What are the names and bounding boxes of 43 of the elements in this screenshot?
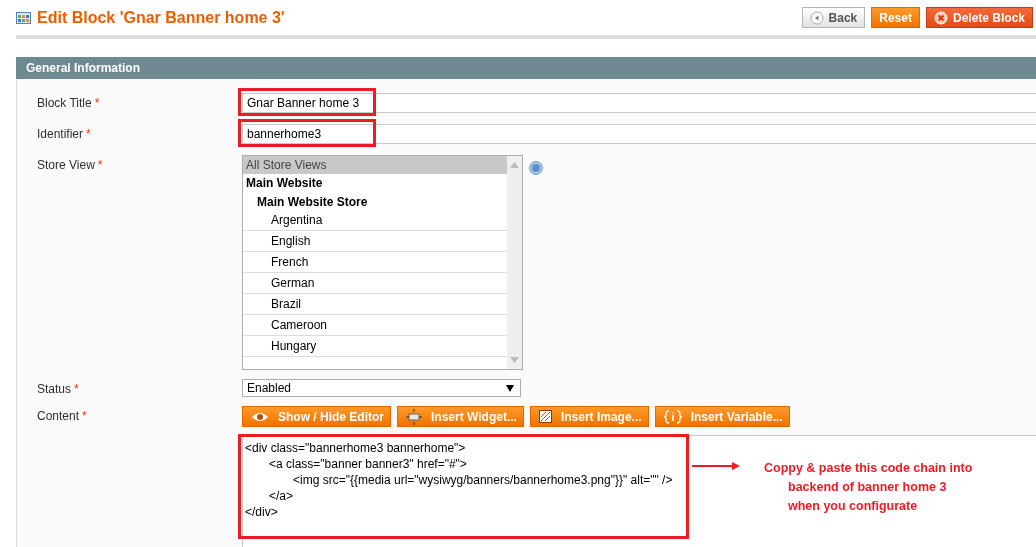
field-label: Block Title * <box>36 95 101 112</box>
code-line: </div> <box>245 504 278 520</box>
help-icon[interactable] <box>529 161 543 175</box>
store-option[interactable]: English <box>243 231 507 252</box>
annotation-text: when you configurate <box>788 498 918 515</box>
close-icon <box>933 10 948 25</box>
store-option[interactable]: French <box>243 252 507 273</box>
code-line: </a> <box>269 488 294 504</box>
store-view-list[interactable]: All Store Views Main Website Main Website Store Argentina English French German Brazil Cameroon Hungary <box>242 155 523 370</box>
store-option[interactable]: Brazil <box>243 294 507 315</box>
eye-icon <box>251 410 269 423</box>
store-option[interactable]: Main Website Store <box>243 194 507 210</box>
store-option[interactable]: German <box>243 273 507 294</box>
scroll-down-icon[interactable] <box>510 357 519 363</box>
field-label: Identifier * <box>36 126 92 143</box>
store-option[interactable]: All Store Views <box>243 156 507 174</box>
section-title: General Information <box>26 61 141 75</box>
store-option[interactable]: Hungary <box>243 336 507 357</box>
store-option[interactable]: Main Website <box>243 174 507 192</box>
field-label: Status * <box>36 381 80 397</box>
page-title: Edit Block 'Gnar Banner home 3' <box>37 8 286 27</box>
scroll-up-icon[interactable] <box>510 162 519 168</box>
status-select[interactable]: Enabled <box>242 379 521 397</box>
caret-icon <box>506 384 514 392</box>
store-option[interactable]: Cameroon <box>243 315 507 336</box>
code-line: <a class="banner banner3" href="#"> <box>269 456 467 472</box>
back-icon <box>809 10 824 25</box>
variable-icon <box>663 409 682 424</box>
annotation-text: backend of banner home 3 <box>788 479 947 496</box>
widget-icon <box>406 408 422 425</box>
scrollbar[interactable] <box>507 156 522 369</box>
text-field[interactable]: bannerhome3 <box>242 124 1036 144</box>
store-option[interactable]: Argentina <box>243 210 507 231</box>
back-button[interactable]: Back <box>801 7 866 28</box>
code-line: <div class="bannerhome3 bannerhome"> <box>245 440 466 456</box>
arrow-icon <box>692 462 740 470</box>
image-icon <box>538 410 552 423</box>
text-field[interactable]: Gnar Banner home 3 <box>242 93 1036 113</box>
grid-icon <box>16 11 31 24</box>
field-label: Content * <box>36 408 88 425</box>
code-line: <img src="{{media url="wysiwyg/banners/bannerhome3.png"}}" alt="" /> <box>293 472 673 488</box>
field-label: Store View * <box>36 157 104 174</box>
annotation-text: Coppy & paste this code chain into <box>764 460 973 477</box>
